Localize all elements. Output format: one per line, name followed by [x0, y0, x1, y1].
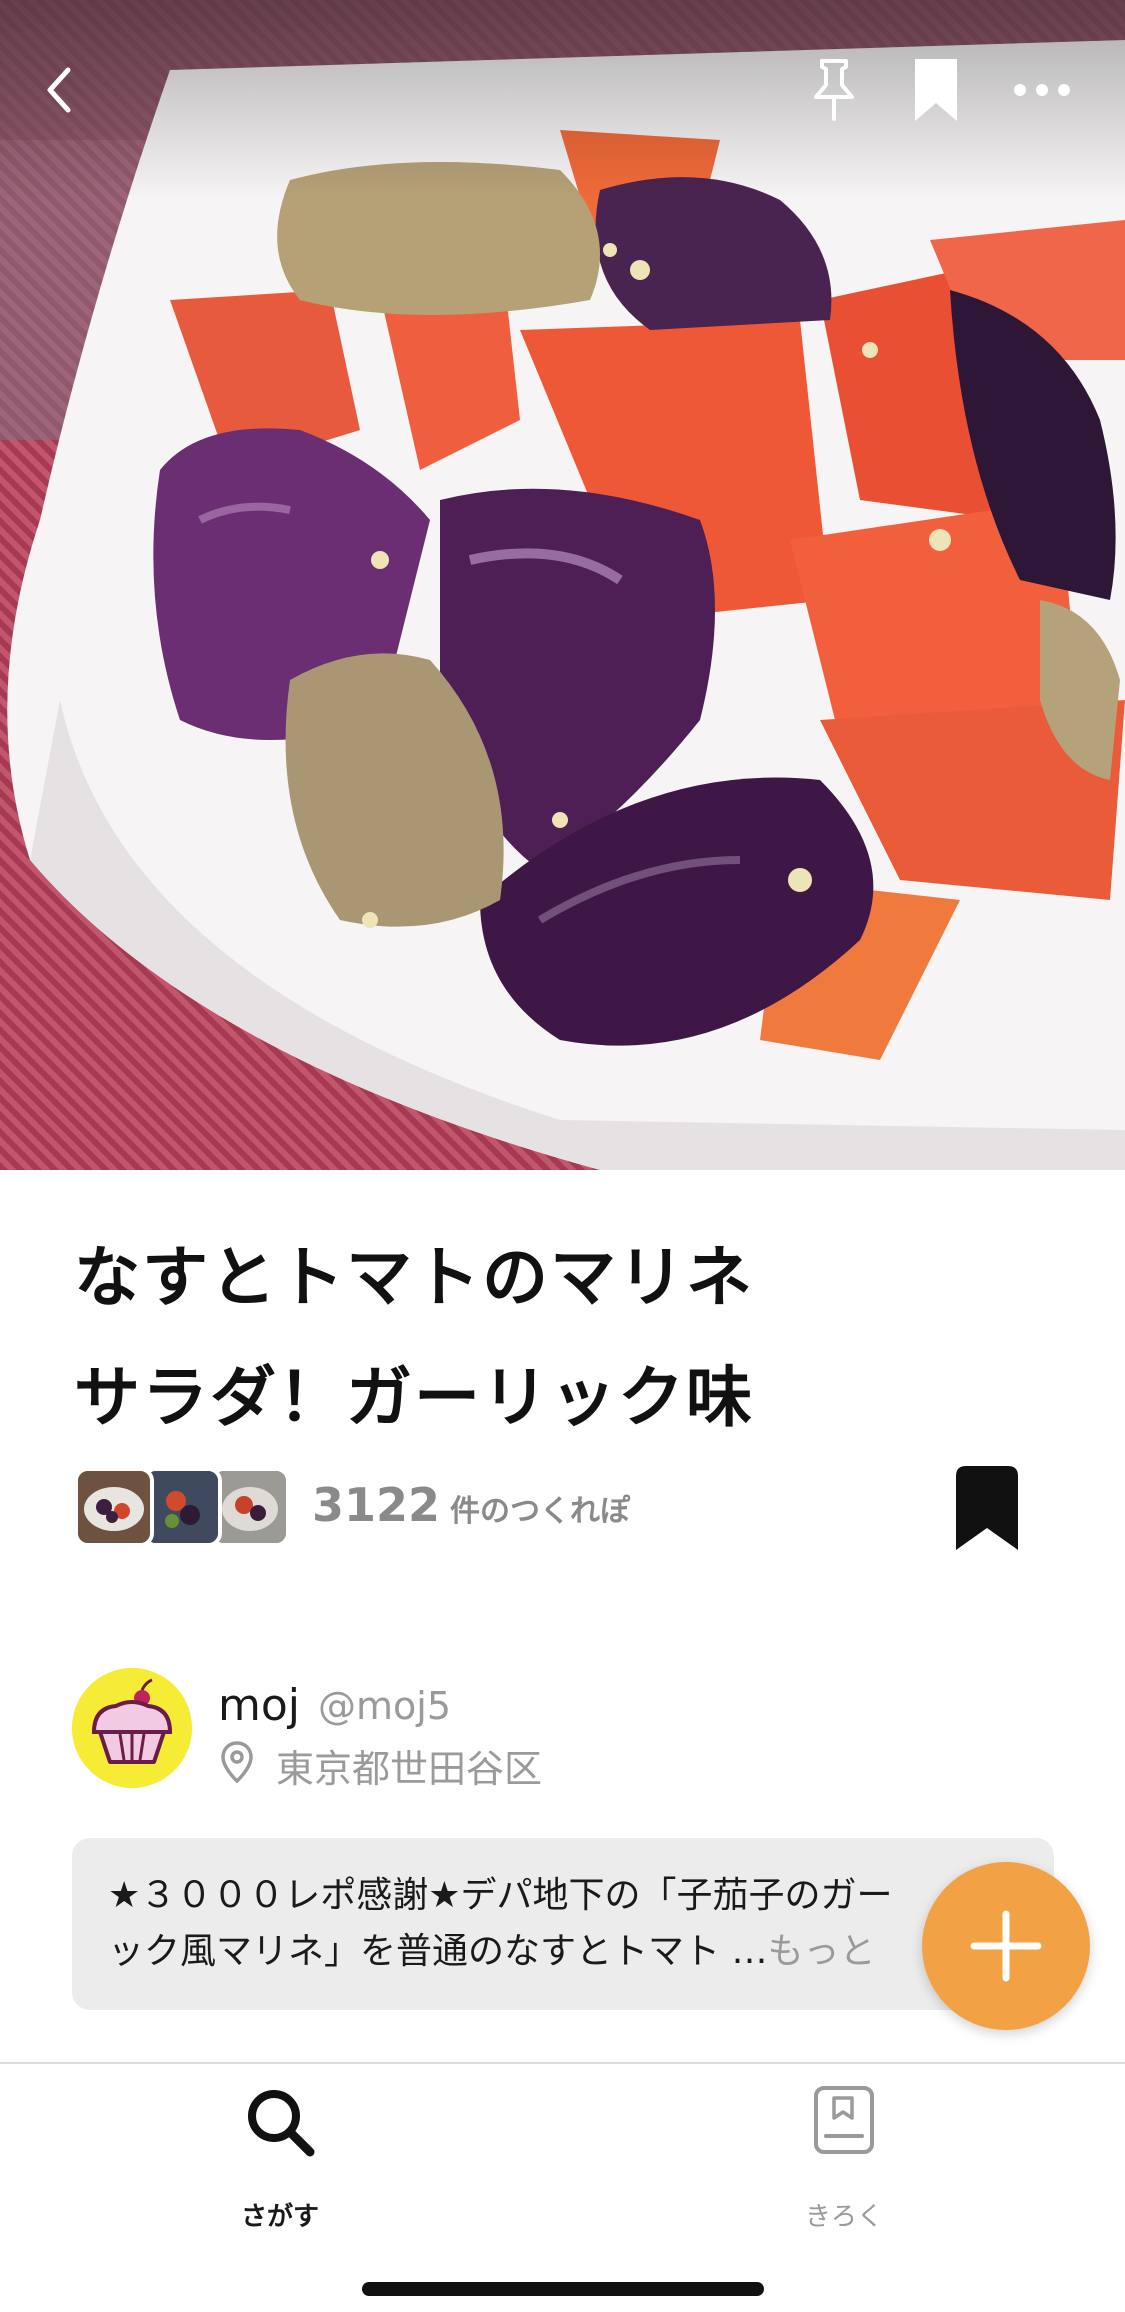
pin-icon: [814, 59, 854, 121]
description-line-2: ック風マリネ」を普通のなすとトマト …もっと: [108, 1924, 1018, 1980]
description-line-1: ★３０００レポ感謝★デパ地下の「子茄子のガー: [108, 1875, 893, 1916]
pin-button[interactable]: [794, 50, 874, 130]
tab-record[interactable]: きろく: [724, 2084, 964, 2234]
bookmark-button[interactable]: [896, 50, 976, 130]
bottom-tab-bar: さがす きろく: [0, 2062, 1125, 2312]
back-button[interactable]: [20, 50, 100, 130]
tab-record-label: きろく: [804, 2202, 883, 2232]
author-avatar[interactable]: [72, 1668, 192, 1788]
ellipsis-icon: [1014, 84, 1070, 96]
tab-search-label: さがす: [240, 2202, 319, 2232]
tsukurepo-count[interactable]: 3122 件のつくれぽ: [312, 1478, 630, 1532]
notebook-icon: [814, 2086, 874, 2154]
bookmark-icon: [956, 1466, 1018, 1550]
recipe-title-line-2: サラダ！ガーリック味: [74, 1359, 754, 1436]
tsukurepo-count-unit: 件のつくれぽ: [450, 1494, 631, 1529]
read-more-link[interactable]: もっと: [767, 1931, 875, 1972]
recipe-description[interactable]: ★３０００レポ感謝★デパ地下の「子茄子のガー ック風マリネ」を普通のなすとトマト…: [72, 1838, 1054, 2010]
tsukurepo-thumb-3: [210, 1467, 290, 1547]
tsukurepo-thumb-2: [142, 1467, 222, 1547]
tab-search[interactable]: さがす: [160, 2084, 400, 2234]
save-recipe-button[interactable]: [950, 1462, 1024, 1554]
author-handle: @moj5: [318, 1684, 451, 1728]
tsukurepo-count-number: 3122: [312, 1478, 441, 1532]
recipe-title: なすとトマトのマリネ サラダ！ガーリック味: [74, 1218, 974, 1458]
home-indicator[interactable]: [362, 2282, 764, 2296]
recipe-title-line-1: なすとトマトのマリネ: [74, 1239, 754, 1316]
search-icon: [248, 2090, 315, 2157]
bookmark-icon: [915, 59, 957, 121]
recipe-photo[interactable]: [0, 0, 1125, 1170]
tsukurepo-thumb-1: [74, 1467, 154, 1547]
description-line-2-text: ック風マリネ」を普通のなすとトマト …: [108, 1931, 768, 1972]
author-location: 東京都世田谷区: [276, 1747, 543, 1791]
plus-icon: [970, 1910, 1042, 1982]
chevron-left-icon: [47, 67, 71, 113]
location-pin-icon: [221, 1741, 253, 1784]
cupcake-icon: [72, 1668, 192, 1788]
tsukurepo-thumbnails[interactable]: [74, 1467, 294, 1547]
more-button[interactable]: [1002, 50, 1082, 130]
add-tsukurepo-button[interactable]: [922, 1862, 1090, 2030]
author-name[interactable]: moj: [218, 1680, 300, 1731]
